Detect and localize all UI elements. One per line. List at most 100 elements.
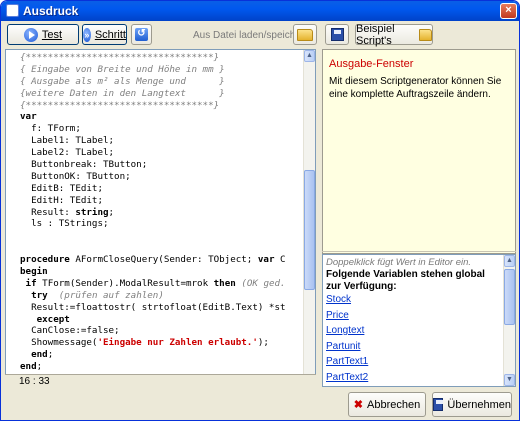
code-token: then [213,277,236,289]
schritt-button[interactable]: » Schritt [82,24,127,45]
code-line[interactable]: end; [20,361,305,373]
code-token: ); [257,337,269,349]
code-token: end [31,349,48,361]
scroll-up-arrow[interactable]: ▲ [504,255,515,267]
save-file-button[interactable] [325,24,349,45]
code-token: Result:=floattostr( strtofloat(EditB.Tex… [20,301,286,313]
code-token: {**********************************} [20,99,220,111]
variable-link[interactable]: PartText2 [326,370,501,386]
code-editor[interactable]: {**********************************}{ Ei… [5,49,316,387]
code-token: { Eingabe von Breite und Höhe in mm } [20,63,225,75]
variable-link[interactable]: PartText1 [326,354,501,370]
code-line[interactable]: end; [20,349,305,361]
code-line[interactable]: ls : TStrings; [20,218,305,230]
code-token: (prüfen auf zahlen) [47,289,164,301]
step-icon: » [83,27,91,42]
cancel-icon: ✖ [353,399,363,411]
toolbar: Test » Schritt ↺ Aus Datei laden/speiche… [3,22,517,48]
code-line[interactable]: Label2: TLabel; [20,147,305,159]
code-line[interactable]: {weitere Daten in den Langtext } [20,88,305,100]
cancel-button[interactable]: ✖ Abbrechen [348,392,426,417]
code-line[interactable]: { Eingabe von Breite und Höhe in mm } [20,64,305,76]
code-line[interactable]: {**********************************} [20,52,305,64]
code-line[interactable]: except [20,314,305,326]
play-icon [23,27,38,42]
variables-scrollbar[interactable]: ▲ ▼ [503,255,515,386]
variable-link[interactable]: Stock [326,292,501,308]
disk-icon [330,28,344,41]
code-token: except [36,313,70,325]
code-line[interactable]: {**********************************} [20,100,305,112]
code-token: TForm(Sender).ModalResult=mrok [36,277,214,289]
code-token: {**********************************} [20,52,220,63]
script-window: Ausdruck × Test » Schritt ↺ Aus Datei la… [0,0,520,421]
scroll-thumb[interactable] [504,269,515,325]
cursor-position: 16 : 33 [5,374,316,387]
variable-link[interactable]: Price [326,308,501,324]
variables-heading: Folgende Variablen stehen global zur Ver… [326,269,485,292]
code-line[interactable]: CanClose:=false; [20,325,305,337]
code-text[interactable]: {**********************************}{ Ei… [6,50,305,374]
code-line[interactable]: begin [20,266,305,278]
load-file-button[interactable] [293,24,317,45]
code-token: procedure [20,254,70,266]
test-button-label: Test [41,28,63,41]
code-token: (OK ged. [235,277,286,289]
variable-link[interactable]: Partunit [326,339,501,355]
test-button[interactable]: Test [7,24,79,45]
code-line[interactable]: Showmessage('Eingabe nur Zahlen erlaubt.… [20,337,305,349]
reset-icon: ↺ [135,28,148,41]
code-token: try [31,289,48,301]
schritt-button-label: Schritt [94,28,126,41]
code-token: ; [47,349,54,361]
variables-panel: Doppelklick fügt Wert in Editor ein. Fol… [322,254,516,387]
scroll-thumb[interactable] [304,170,315,290]
code-token: var [20,111,37,123]
code-token: string [75,206,109,218]
reset-button[interactable]: ↺ [131,24,152,45]
scroll-down-arrow[interactable]: ▼ [504,374,515,386]
code-line[interactable]: EditB: TEdit; [20,183,305,195]
output-title: Ausgabe-Fenster [329,58,414,70]
code-token: end [20,361,37,373]
beispiel-scripts-button[interactable]: Beispiel Script's [355,23,433,47]
app-icon [6,4,19,17]
code-line[interactable]: try (prüfen auf zahlen) [20,290,305,302]
code-token: ls : TStrings; [20,218,109,230]
code-line[interactable] [20,230,305,242]
code-token: if [25,277,37,289]
code-line[interactable]: Result:=floattostr( strtofloat(EditB.Tex… [20,302,305,314]
code-line[interactable]: { Ausgabe als m² als Menge und } [20,76,305,88]
variable-link[interactable]: PartNumber [326,385,501,386]
code-token: Label2: TLabel; [20,147,115,159]
code-token: {weitere Daten in den Langtext } [20,87,225,99]
code-line[interactable]: Result: string; [20,207,305,219]
scroll-up-arrow[interactable]: ▲ [304,50,315,62]
code-token: CanClose:=false; [20,325,120,337]
code-line[interactable]: procedure AFormCloseQuery(Sender: TObjec… [20,254,305,266]
ok-button[interactable]: Übernehmen [432,392,512,417]
code-line[interactable]: f: TForm; [20,123,305,135]
code-token: EditB: TEdit; [20,182,103,194]
code-line[interactable] [20,242,305,254]
title-bar[interactable]: Ausdruck × [1,1,519,21]
code-token: ; [108,206,115,218]
code-line[interactable]: var [20,111,305,123]
code-token: { Ausgabe als m² als Menge und } [20,75,225,87]
editor-vertical-scrollbar[interactable]: ▲ ▼ [303,50,315,386]
code-line[interactable]: if TForm(Sender).ModalResult=mrok then (… [20,278,305,290]
close-button[interactable]: × [500,3,517,19]
variable-link[interactable]: Longtext [326,323,501,339]
code-token: C [274,254,286,266]
code-line[interactable]: Label1: TLabel; [20,135,305,147]
code-token: Label1: TLabel; [20,135,115,147]
code-line[interactable]: Buttonbreak: TButton; [20,159,305,171]
code-line[interactable]: ButtonOK: TButton; [20,171,305,183]
window-title: Ausdruck [23,4,79,18]
code-token: AFormCloseQuery(Sender: TObject; [69,254,258,266]
code-token: EditH: TEdit; [20,194,103,206]
code-token: 'Eingabe nur Zahlen erlaubt.' [97,337,258,349]
dialog-buttons: ✖ Abbrechen Übernehmen [1,389,519,420]
code-line[interactable]: EditH: TEdit; [20,195,305,207]
